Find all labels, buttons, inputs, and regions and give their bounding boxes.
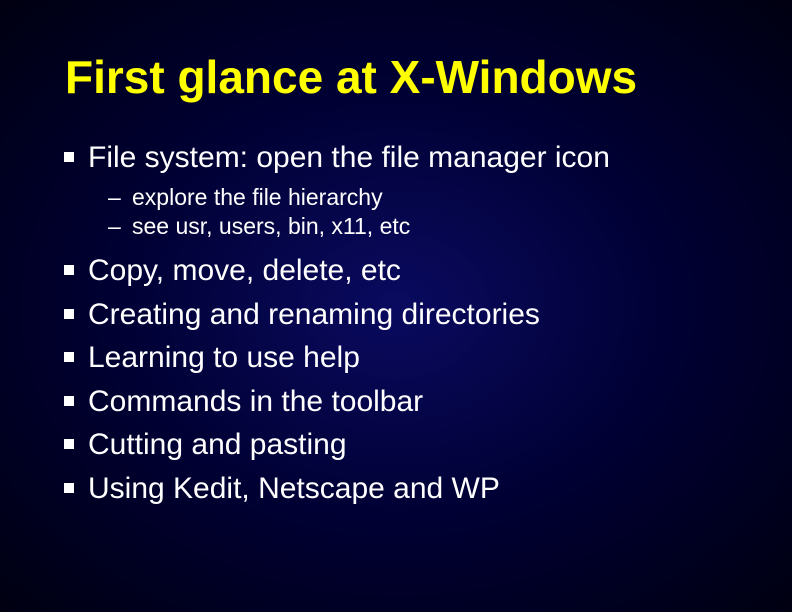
slide-title: First glance at X-Windows bbox=[65, 50, 732, 104]
slide-container: First glance at X-Windows File system: o… bbox=[0, 0, 792, 612]
bullet-text: Commands in the toolbar bbox=[88, 385, 423, 418]
bullet-item: Learning to use help bbox=[60, 339, 732, 377]
bullet-item: Commands in the toolbar bbox=[60, 383, 732, 421]
bullet-list: File system: open the file manager icon bbox=[60, 139, 732, 177]
bullet-text: Copy, move, delete, etc bbox=[88, 254, 401, 287]
bullet-text: Cutting and pasting bbox=[88, 428, 347, 461]
bullet-text: Creating and renaming directories bbox=[88, 298, 540, 331]
bullet-text: Using Kedit, Netscape and WP bbox=[88, 472, 500, 505]
sub-item: see usr, users, bin, x11, etc bbox=[60, 212, 732, 242]
sub-item: explore the file hierarchy bbox=[60, 183, 732, 213]
bullet-list: Copy, move, delete, etc Creating and ren… bbox=[60, 252, 732, 507]
bullet-item: Cutting and pasting bbox=[60, 426, 732, 464]
bullet-item: Copy, move, delete, etc bbox=[60, 252, 732, 290]
bullet-text: Learning to use help bbox=[88, 341, 360, 374]
sub-text: explore the file hierarchy bbox=[132, 184, 383, 210]
bullet-item: File system: open the file manager icon bbox=[60, 139, 732, 177]
sub-text: see usr, users, bin, x11, etc bbox=[132, 213, 410, 239]
bullet-item: Using Kedit, Netscape and WP bbox=[60, 470, 732, 508]
bullet-text: File system: open the file manager icon bbox=[88, 141, 610, 174]
bullet-item: Creating and renaming directories bbox=[60, 296, 732, 334]
sub-list: explore the file hierarchy see usr, user… bbox=[60, 183, 732, 243]
